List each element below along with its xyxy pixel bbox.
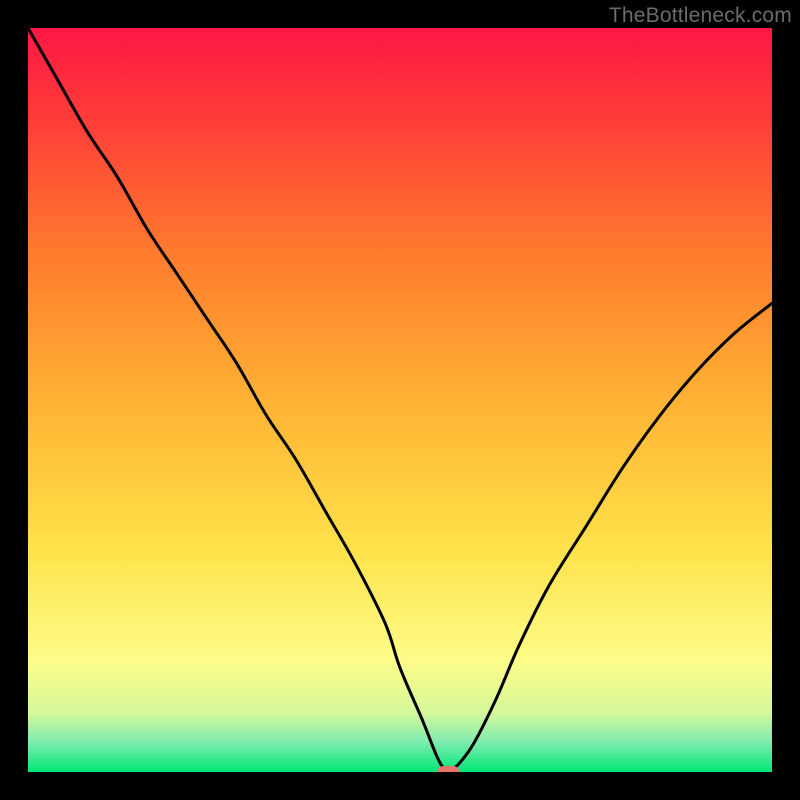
gradient-background [28,28,772,772]
plot-area [28,28,772,772]
min-marker [437,766,459,772]
chart-svg [28,28,772,772]
watermark-text: TheBottleneck.com [609,4,792,28]
chart-frame: TheBottleneck.com [0,0,800,800]
